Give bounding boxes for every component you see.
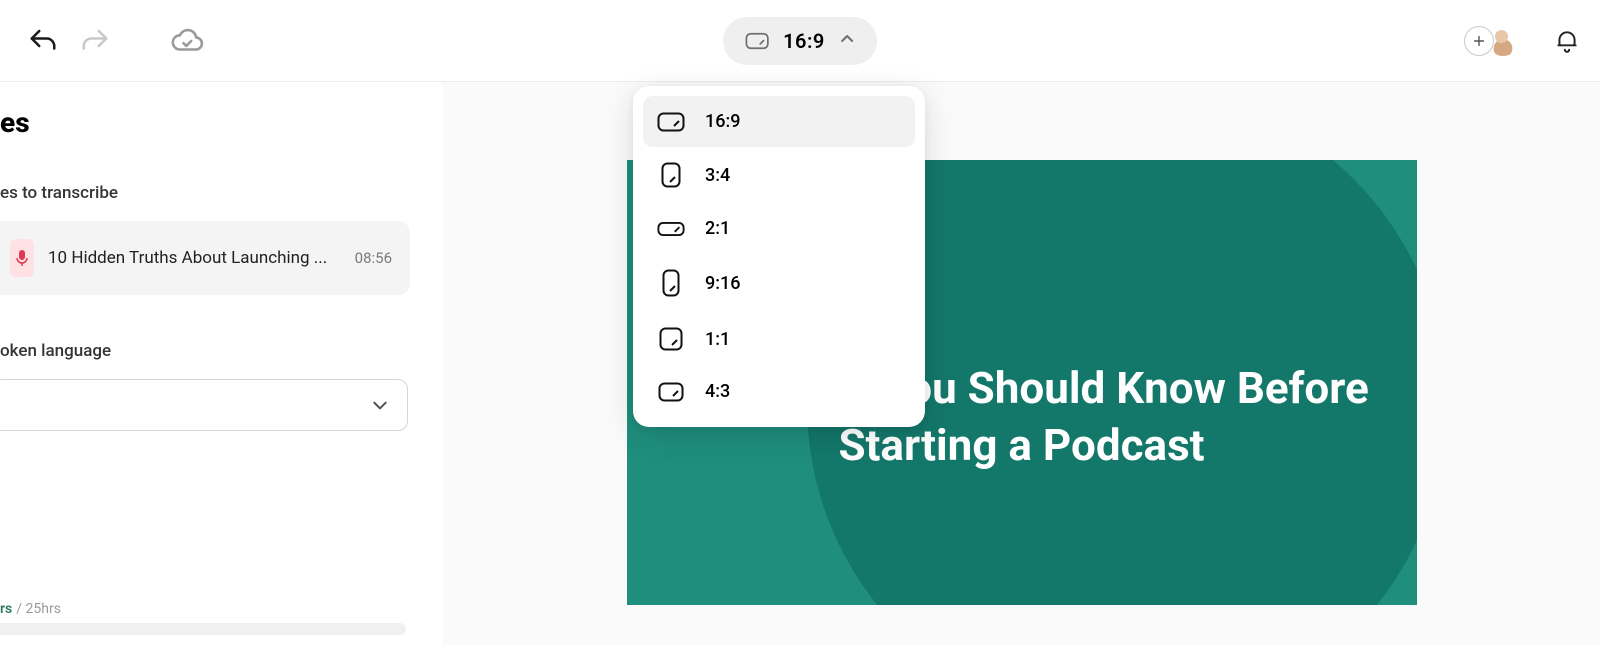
aspect-ratio-label: 16:9 bbox=[783, 29, 825, 53]
usage-total: / 25hrs bbox=[16, 601, 61, 617]
language-section: oken language bbox=[0, 341, 417, 431]
ratio-option-label: 16:9 bbox=[705, 111, 740, 132]
canvas-area: 10 Things You Should Know Before Startin… bbox=[443, 82, 1600, 645]
top-bar: 16:9 bbox=[0, 0, 1600, 82]
chevron-down-icon bbox=[371, 396, 389, 414]
ratio-option-1-1[interactable]: 1:1 bbox=[643, 312, 915, 366]
files-section-label: es to transcribe bbox=[0, 183, 417, 203]
topbar-right-group bbox=[1464, 24, 1580, 58]
ratio-option-16-9[interactable]: 16:9 bbox=[643, 96, 915, 147]
ratio-option-label: 4:3 bbox=[705, 381, 730, 402]
ratio-option-label: 9:16 bbox=[705, 273, 740, 294]
cloud-sync-button[interactable] bbox=[170, 24, 204, 58]
mic-icon bbox=[10, 239, 34, 277]
aspect-ratio-menu: 16:9 3:4 2:1 9:16 1:1 4:3 bbox=[633, 86, 925, 427]
chevron-up-icon bbox=[839, 31, 855, 51]
ratio-option-2-1[interactable]: 2:1 bbox=[643, 203, 915, 254]
undo-button[interactable] bbox=[28, 26, 58, 56]
ratio-1-1-icon bbox=[657, 327, 685, 351]
ratio-option-3-4[interactable]: 3:4 bbox=[643, 147, 915, 203]
undo-icon bbox=[28, 26, 58, 56]
language-section-label: oken language bbox=[0, 341, 417, 361]
add-collaborator-button[interactable] bbox=[1464, 26, 1494, 56]
aspect-ratio-selector[interactable]: 16:9 bbox=[723, 17, 877, 65]
usage-hours: rs bbox=[0, 601, 12, 617]
ratio-option-9-16[interactable]: 9:16 bbox=[643, 254, 915, 312]
collaborators-control[interactable] bbox=[1464, 24, 1520, 58]
topbar-left-group bbox=[20, 24, 204, 58]
file-card[interactable]: 10 Hidden Truths About Launching ... 08:… bbox=[0, 221, 410, 295]
ratio-option-label: 2:1 bbox=[705, 218, 730, 239]
sidebar-title: es bbox=[0, 106, 417, 139]
ratio-option-4-3[interactable]: 4:3 bbox=[643, 366, 915, 417]
ratio-16-9-icon bbox=[657, 112, 685, 132]
redo-button[interactable] bbox=[80, 26, 110, 56]
redo-icon bbox=[80, 26, 110, 56]
ratio-3-4-icon bbox=[657, 162, 685, 188]
file-duration: 08:56 bbox=[355, 249, 392, 267]
usage-text: rs / 25hrs bbox=[0, 601, 417, 617]
usage-section: rs / 25hrs bbox=[0, 601, 417, 633]
ratio-option-label: 1:1 bbox=[705, 329, 730, 350]
usage-bar bbox=[0, 623, 406, 635]
plus-icon bbox=[1472, 34, 1486, 48]
cloud-check-icon bbox=[170, 24, 204, 58]
aspect-ratio-icon bbox=[745, 32, 769, 50]
file-title: 10 Hidden Truths About Launching ... bbox=[48, 248, 341, 268]
ratio-2-1-icon bbox=[657, 221, 685, 237]
sidebar: es es to transcribe 10 Hidden Truths Abo… bbox=[0, 82, 443, 645]
notifications-button[interactable] bbox=[1544, 28, 1580, 54]
language-select[interactable] bbox=[0, 379, 408, 431]
ratio-9-16-icon bbox=[657, 269, 685, 297]
bell-icon bbox=[1554, 28, 1580, 54]
ratio-4-3-icon bbox=[657, 382, 685, 402]
ratio-option-label: 3:4 bbox=[705, 165, 730, 186]
